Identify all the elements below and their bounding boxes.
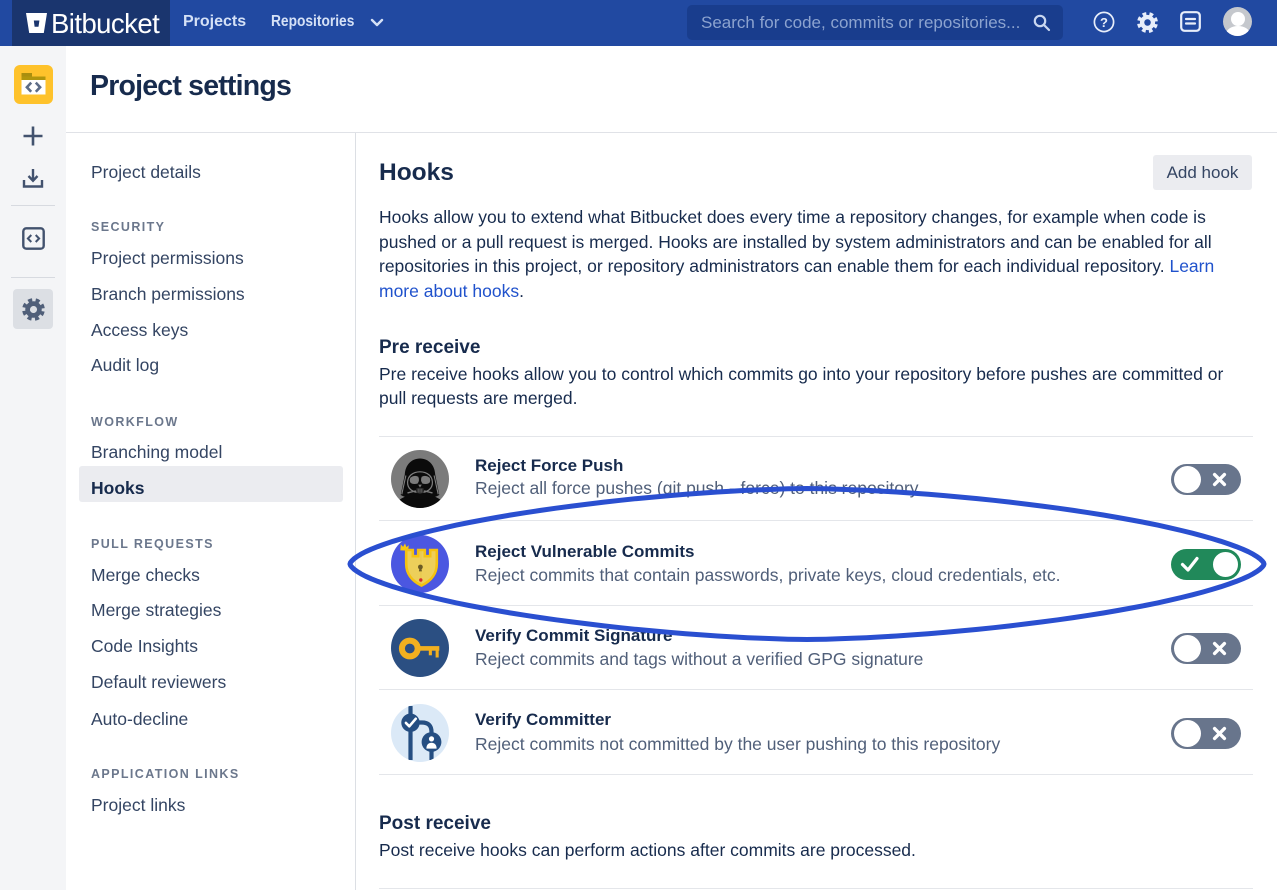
svg-text:?: ? (1100, 15, 1108, 30)
